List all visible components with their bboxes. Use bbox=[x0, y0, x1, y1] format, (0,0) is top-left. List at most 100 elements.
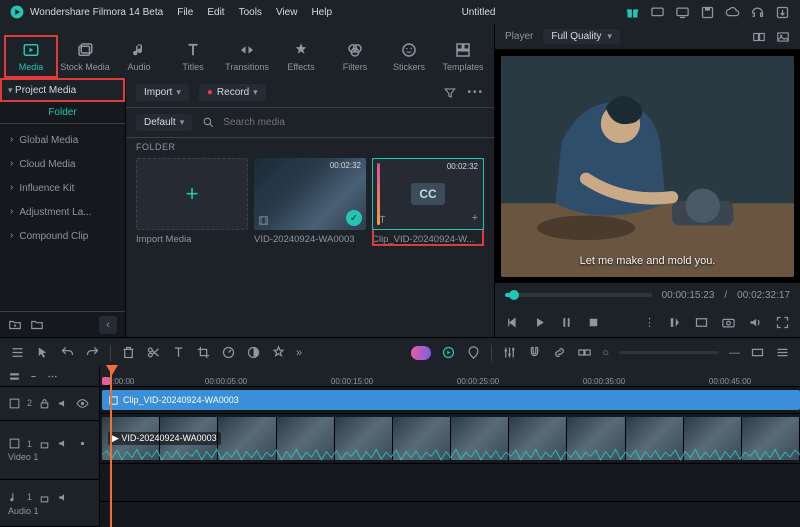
sidebar-item-global-media[interactable]: Global Media bbox=[0, 128, 125, 152]
delete-icon[interactable] bbox=[121, 345, 136, 360]
collapse-tracks-icon[interactable] bbox=[8, 370, 21, 383]
mute-icon[interactable] bbox=[57, 437, 70, 450]
lock-icon[interactable] bbox=[38, 397, 51, 410]
search-media-input[interactable] bbox=[221, 116, 331, 129]
playhead[interactable] bbox=[110, 367, 112, 527]
new-folder-icon[interactable] bbox=[8, 318, 22, 332]
magnet-icon[interactable] bbox=[527, 345, 542, 360]
tab-filters[interactable]: Filters bbox=[328, 35, 382, 78]
record-button[interactable]: ●Record▾ bbox=[199, 84, 266, 101]
filter-icon[interactable] bbox=[443, 86, 457, 100]
screen-icon[interactable] bbox=[675, 5, 690, 20]
sidebar-item-compound-clip[interactable]: Compound Clip bbox=[0, 224, 125, 248]
player-viewport[interactable]: Let me make and mold you. bbox=[495, 50, 800, 283]
sidebar-item-project-media[interactable]: ▾ Project Media bbox=[0, 78, 125, 102]
gift-icon[interactable] bbox=[625, 5, 640, 20]
text-tool-icon[interactable] bbox=[171, 345, 186, 360]
sidebar-item-cloud-media[interactable]: Cloud Media bbox=[0, 152, 125, 176]
message-icon[interactable] bbox=[650, 5, 665, 20]
sort-default-button[interactable]: Default▾ bbox=[136, 114, 192, 131]
tab-stock-media[interactable]: Stock Media bbox=[58, 35, 112, 78]
zoom-out-icon[interactable]: ○ bbox=[602, 347, 609, 359]
sidebar-item-influence-kit[interactable]: Influence Kit bbox=[0, 176, 125, 200]
tracks-toggle-icon[interactable] bbox=[10, 345, 25, 360]
tab-effects[interactable]: Effects bbox=[274, 35, 328, 78]
save-icon[interactable] bbox=[700, 5, 715, 20]
link-icon[interactable] bbox=[552, 345, 567, 360]
quality-select[interactable]: Full Quality▾ bbox=[543, 29, 620, 44]
collapse-sidebar-button[interactable]: ‹ bbox=[99, 316, 117, 334]
tab-stickers[interactable]: Stickers bbox=[382, 35, 436, 78]
player-seekbar[interactable] bbox=[505, 293, 652, 297]
auto-ripple-icon[interactable] bbox=[577, 345, 592, 360]
folder-label[interactable]: Folder bbox=[0, 102, 125, 124]
menu-edit[interactable]: Edit bbox=[207, 7, 224, 18]
cloud-icon[interactable] bbox=[725, 5, 740, 20]
menu-tools[interactable]: Tools bbox=[239, 7, 262, 18]
track-video2[interactable]: Clip_VID-20240924-WA0003 bbox=[100, 387, 800, 414]
snapshot-icon[interactable] bbox=[721, 315, 736, 330]
add-icon[interactable]: + bbox=[472, 212, 478, 224]
zoom-in-icon[interactable]: — bbox=[729, 347, 740, 359]
toolbar-more-icon[interactable]: » bbox=[296, 347, 302, 359]
track-options-icon[interactable] bbox=[46, 370, 59, 383]
ai-toggle[interactable] bbox=[411, 346, 431, 360]
eye-icon[interactable] bbox=[76, 397, 89, 410]
fit-zoom-icon[interactable] bbox=[750, 345, 765, 360]
sidebar-item-adjustment-layer[interactable]: Adjustment La... bbox=[0, 200, 125, 224]
pause-icon[interactable] bbox=[559, 315, 574, 330]
zoom-slider[interactable] bbox=[619, 351, 719, 354]
fullscreen-icon[interactable] bbox=[775, 315, 790, 330]
thumb-import-media[interactable]: + Import Media bbox=[136, 158, 248, 246]
track-audio1[interactable] bbox=[100, 464, 800, 502]
menu-help[interactable]: Help bbox=[311, 7, 332, 18]
tab-titles[interactable]: Titles bbox=[166, 35, 220, 78]
mute-icon[interactable] bbox=[57, 397, 70, 410]
mixer-icon[interactable] bbox=[502, 345, 517, 360]
folder-icon2[interactable] bbox=[30, 318, 44, 332]
tab-templates[interactable]: Templates bbox=[436, 35, 490, 78]
split-icon[interactable] bbox=[146, 345, 161, 360]
tab-audio[interactable]: Audio bbox=[112, 35, 166, 78]
stop-icon[interactable] bbox=[586, 315, 601, 330]
tab-transitions[interactable]: Transitions bbox=[220, 35, 274, 78]
compare-icon[interactable] bbox=[752, 30, 766, 44]
ai-enhance-icon[interactable] bbox=[271, 345, 286, 360]
play-icon[interactable] bbox=[532, 315, 547, 330]
more-icon[interactable]: ••• bbox=[467, 87, 484, 98]
thumb-cc-clip[interactable]: 00:02:32 CC + Clip_VID-20240924-W... bbox=[372, 158, 484, 246]
menu-view[interactable]: View bbox=[276, 7, 298, 18]
marker-icon[interactable] bbox=[466, 345, 481, 360]
import-button[interactable]: Import▾ bbox=[136, 84, 189, 101]
crop-icon[interactable] bbox=[196, 345, 211, 360]
image-icon[interactable] bbox=[776, 30, 790, 44]
headset-icon[interactable] bbox=[750, 5, 765, 20]
clip-subtitle[interactable]: Clip_VID-20240924-WA0003 bbox=[102, 390, 800, 410]
mark-in-icon[interactable] bbox=[667, 315, 682, 330]
track-header-video2[interactable]: 2 bbox=[0, 387, 99, 421]
timeline-tracks[interactable]: 0:00:00 00:00:05:00 00:00:15:00 00:00:25… bbox=[100, 367, 800, 527]
lock-icon[interactable] bbox=[38, 491, 51, 504]
export-icon[interactable] bbox=[775, 5, 790, 20]
menu-file[interactable]: File bbox=[177, 7, 193, 18]
timeline-ruler[interactable]: 0:00:00 00:00:05:00 00:00:15:00 00:00:25… bbox=[100, 367, 800, 387]
thumb-video-clip[interactable]: 00:02:32 ✓ VID-20240924-WA0003 bbox=[254, 158, 366, 246]
speed-icon[interactable] bbox=[221, 345, 236, 360]
mute-icon[interactable] bbox=[57, 491, 70, 504]
player-more-icon[interactable]: ⋮ bbox=[644, 316, 655, 329]
cursor-icon[interactable] bbox=[35, 345, 50, 360]
render-icon[interactable] bbox=[441, 345, 456, 360]
track-link-icon[interactable] bbox=[27, 370, 40, 383]
ratio-icon[interactable] bbox=[694, 315, 709, 330]
track-header-video1[interactable]: 1 Video 1 bbox=[0, 421, 99, 481]
undo-icon[interactable] bbox=[60, 345, 75, 360]
lock-icon[interactable] bbox=[38, 437, 51, 450]
color-icon[interactable] bbox=[246, 345, 261, 360]
prev-frame-icon[interactable] bbox=[505, 315, 520, 330]
timeline-settings-icon[interactable] bbox=[775, 345, 790, 360]
tab-media[interactable]: Media bbox=[4, 35, 58, 78]
eye-icon[interactable] bbox=[76, 437, 89, 450]
track-header-audio1[interactable]: 1 Audio 1 bbox=[0, 480, 99, 527]
track-video1[interactable]: ▶ VID-20240924-WA0003 bbox=[100, 414, 800, 464]
volume-icon[interactable] bbox=[748, 315, 763, 330]
